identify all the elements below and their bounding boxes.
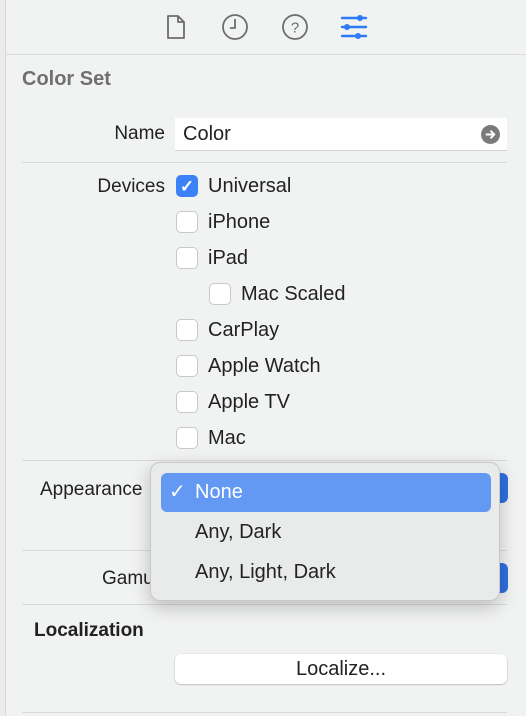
checkbox-ipad[interactable] <box>176 247 198 269</box>
devices-label: Devices <box>97 176 165 197</box>
name-field[interactable]: Color <box>175 118 507 151</box>
checkbox-label: Apple TV <box>208 391 290 413</box>
menu-item-any-light-dark[interactable]: Any, Light, Dark <box>161 553 491 592</box>
checkbox-universal[interactable]: ✓ <box>176 175 198 197</box>
checkbox-mac[interactable] <box>176 427 198 449</box>
checkbox-label: Mac Scaled <box>241 283 346 305</box>
attributes-sliders-icon[interactable] <box>340 12 368 42</box>
menu-item-none[interactable]: ✓ None <box>161 473 491 512</box>
appearance-dropdown-menu: ✓ None Any, Dark Any, Light, Dark <box>150 462 500 601</box>
help-icon[interactable]: ? <box>281 12 309 42</box>
checkbox-carplay[interactable] <box>176 319 198 341</box>
checkmark-icon: ✓ <box>169 481 186 503</box>
checkbox-label: CarPlay <box>208 319 280 341</box>
section-title: Color Set <box>22 68 111 90</box>
toolbar-divider <box>6 54 526 55</box>
name-label: Name <box>114 123 165 144</box>
menu-item-label: None <box>195 481 243 503</box>
name-value: Color <box>183 123 231 145</box>
checkbox-label: Universal <box>208 175 292 197</box>
divider <box>22 712 507 713</box>
checkbox-mac-scaled[interactable] <box>209 283 231 305</box>
menu-item-label: Any, Light, Dark <box>195 561 336 583</box>
menu-item-any-dark[interactable]: Any, Dark <box>161 513 491 552</box>
menu-item-label: Any, Dark <box>195 521 282 543</box>
checkbox-label: Mac <box>208 427 246 449</box>
file-icon[interactable] <box>162 12 190 42</box>
left-divider <box>5 0 6 716</box>
checkbox-apple-tv[interactable] <box>176 391 198 413</box>
checkbox-label: Apple Watch <box>208 355 321 377</box>
checkbox-label: iPhone <box>208 211 271 233</box>
divider <box>22 460 507 461</box>
appearance-label: Appearance <box>40 479 143 500</box>
checkbox-label: iPad <box>208 247 249 269</box>
checkbox-iphone[interactable] <box>176 211 198 233</box>
divider <box>22 162 507 163</box>
checkbox-apple-watch[interactable] <box>176 355 198 377</box>
localization-title: Localization <box>34 620 144 641</box>
history-clock-icon[interactable] <box>221 12 249 42</box>
localize-button[interactable]: Localize... <box>175 654 507 684</box>
svg-text:?: ? <box>291 20 299 37</box>
arrow-right-circle-icon[interactable] <box>481 125 500 144</box>
divider <box>22 604 507 605</box>
